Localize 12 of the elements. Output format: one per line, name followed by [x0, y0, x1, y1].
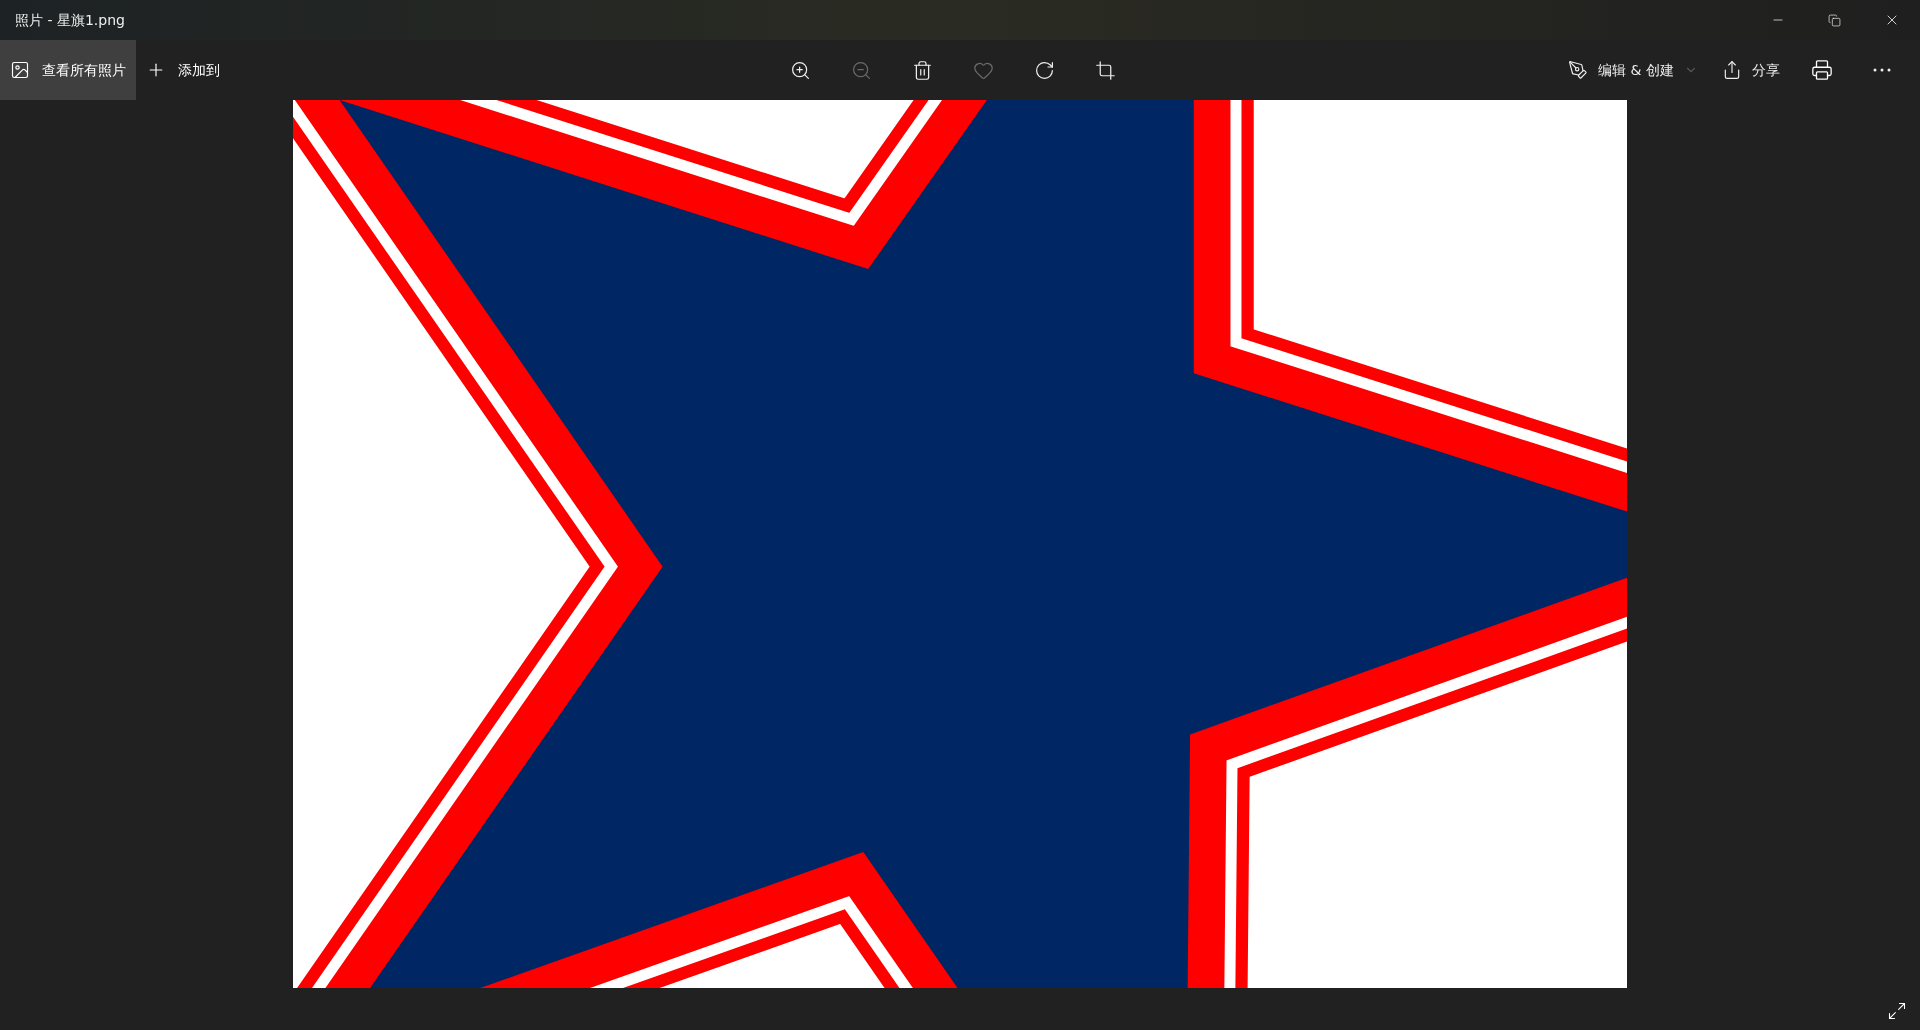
- add-to-button[interactable]: 添加到: [136, 40, 230, 100]
- view-all-photos-button[interactable]: 查看所有照片: [0, 40, 136, 100]
- edit-create-button[interactable]: 编辑 & 创建: [1556, 40, 1710, 100]
- restore-icon: [1828, 13, 1841, 27]
- print-icon: [1811, 59, 1833, 81]
- share-button[interactable]: 分享: [1710, 40, 1792, 100]
- expand-icon: [1887, 1001, 1907, 1021]
- share-icon: [1722, 60, 1742, 80]
- pen-icon: [1568, 60, 1589, 80]
- more-icon: [1873, 68, 1891, 72]
- window-title: 照片 - 星旗1.png: [15, 10, 125, 30]
- picture-icon: [10, 60, 30, 80]
